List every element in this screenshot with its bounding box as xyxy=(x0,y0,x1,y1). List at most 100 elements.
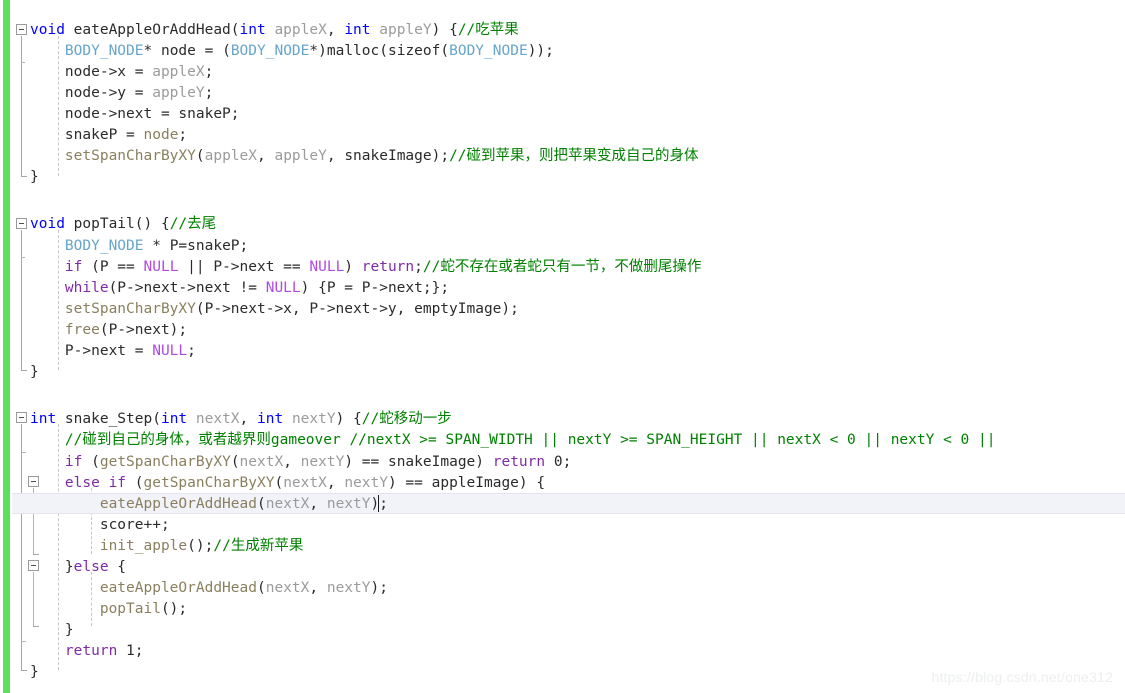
token-punc xyxy=(30,475,65,491)
token-punc: ( xyxy=(82,454,100,470)
token-punc: ; xyxy=(204,64,214,80)
token-punc: (); xyxy=(160,601,188,617)
token-punc: } xyxy=(30,559,74,575)
token-punc: node->y = xyxy=(30,85,153,101)
token-param: nextY xyxy=(344,475,388,491)
token-punc: , xyxy=(326,22,345,38)
token-punc: ( xyxy=(195,148,205,164)
token-field: setSpanCharByXY xyxy=(64,301,196,317)
token-punc: (P->next); xyxy=(99,322,188,338)
token-punc: } xyxy=(30,169,39,185)
code-line-text: if (getSpanCharByXY(nextX, nextY) == sna… xyxy=(30,452,571,473)
text-caret xyxy=(378,495,379,512)
token-punc xyxy=(30,238,65,254)
code-line-text: while(P->next->next != NULL) {P = P->nex… xyxy=(30,278,449,299)
token-punc: P->next = xyxy=(30,343,153,359)
token-punc xyxy=(30,601,100,617)
token-kw-type: int xyxy=(257,411,292,427)
token-punc: ) xyxy=(344,259,362,275)
token-punc xyxy=(30,322,65,338)
token-param: nextX xyxy=(265,496,310,512)
token-fn: popTail xyxy=(73,216,135,232)
code-line-text: } xyxy=(30,662,39,683)
token-punc: ; xyxy=(414,259,423,275)
code-line-text: snakeP = node; xyxy=(30,125,187,146)
token-punc: ( xyxy=(126,475,144,491)
token-punc: ( xyxy=(152,411,161,427)
token-punc xyxy=(30,259,65,275)
code-line-text: eateAppleOrAddHead(nextX, nextY); xyxy=(30,578,388,599)
token-punc xyxy=(30,148,65,164)
token-field: eateAppleOrAddHead xyxy=(99,496,257,512)
token-punc: ) { xyxy=(335,411,362,427)
token-param: appleX xyxy=(204,148,257,164)
token-punc xyxy=(30,580,100,596)
token-punc: (P->next->x, P->next->y, emptyImage); xyxy=(195,301,519,317)
token-punc: } xyxy=(30,664,39,680)
token-punc xyxy=(30,43,65,59)
token-punc: * node = ( xyxy=(143,43,231,59)
token-punc: ; xyxy=(204,85,214,101)
token-kw: if xyxy=(64,454,83,470)
token-punc xyxy=(30,432,65,448)
token-field: getSpanCharByXY xyxy=(143,475,275,491)
token-kw: return xyxy=(492,454,546,470)
token-punc: 0; xyxy=(545,454,572,470)
token-param: nextY xyxy=(326,496,371,512)
token-punc: ( xyxy=(256,580,266,596)
token-field: setSpanCharByXY xyxy=(64,148,196,164)
token-kw: return xyxy=(361,259,415,275)
token-type: BODY_NODE xyxy=(449,43,528,59)
watermark: https://blog.csdn.net/one312 xyxy=(931,669,1113,685)
token-punc: ( xyxy=(230,22,240,38)
token-kw-type: int xyxy=(30,411,65,427)
code-line-text: } xyxy=(30,620,74,641)
token-punc: , snakeImage); xyxy=(326,148,450,164)
token-param: nextX xyxy=(265,580,310,596)
token-comment: //蛇不存在或者蛇只有一节，不做删尾操作 xyxy=(422,259,702,275)
token-type: BODY_NODE xyxy=(64,238,144,254)
token-comment: //吃苹果 xyxy=(457,22,519,38)
code-content[interactable]: void eateAppleOrAddHead(int appleX, int … xyxy=(0,0,1125,693)
token-punc: , xyxy=(257,148,275,164)
token-param: appleX xyxy=(152,64,205,80)
token-punc: , xyxy=(326,475,345,491)
token-fn: eateAppleOrAddHead xyxy=(73,22,231,38)
token-comment: //生成新苹果 xyxy=(213,538,304,554)
token-punc: ( xyxy=(379,43,388,59)
token-punc xyxy=(30,496,100,512)
token-punc: ) {P = P->next;}; xyxy=(300,280,450,296)
code-line-text: node->next = snakeP; xyxy=(30,104,240,125)
token-punc: () { xyxy=(134,216,170,232)
token-punc: snakeP = xyxy=(30,127,144,143)
token-punc xyxy=(30,454,65,470)
token-param: nextX xyxy=(239,454,284,470)
token-punc: * P=snakeP; xyxy=(143,238,249,254)
code-line-text: node->x = appleX; xyxy=(30,62,213,83)
code-line-text: //碰到自己的身体，或者越界则gameover //nextX >= SPAN_… xyxy=(30,430,996,451)
token-punc: ( xyxy=(440,43,450,59)
token-param: appleY xyxy=(379,22,432,38)
token-kw-null: NULL xyxy=(265,280,301,296)
code-line-text: P->next = NULL; xyxy=(30,341,196,362)
code-line-text: init_apple();//生成新苹果 xyxy=(30,536,303,557)
token-type: BODY_NODE xyxy=(230,43,310,59)
token-punc: , xyxy=(309,496,327,512)
token-punc: { xyxy=(108,559,127,575)
token-punc: ( xyxy=(256,496,266,512)
token-kw: while xyxy=(64,280,109,296)
token-punc: )); xyxy=(527,43,554,59)
token-kw-type: int xyxy=(160,411,196,427)
token-param: nextY xyxy=(326,580,371,596)
token-field: eateAppleOrAddHead xyxy=(99,580,257,596)
token-kw-type: void xyxy=(30,216,74,232)
code-line-text: setSpanCharByXY(appleX, appleY, snakeIma… xyxy=(30,146,699,167)
token-param: nextY xyxy=(300,454,345,470)
token-punc: } xyxy=(30,622,74,638)
token-punc: ( xyxy=(274,475,284,491)
token-punc: ; xyxy=(187,343,196,359)
token-kw: else xyxy=(73,559,109,575)
code-editor[interactable]: void eateAppleOrAddHead(int appleX, int … xyxy=(0,0,1125,693)
token-field: popTail xyxy=(99,601,161,617)
code-line-text: void eateAppleOrAddHead(int appleX, int … xyxy=(30,20,519,41)
